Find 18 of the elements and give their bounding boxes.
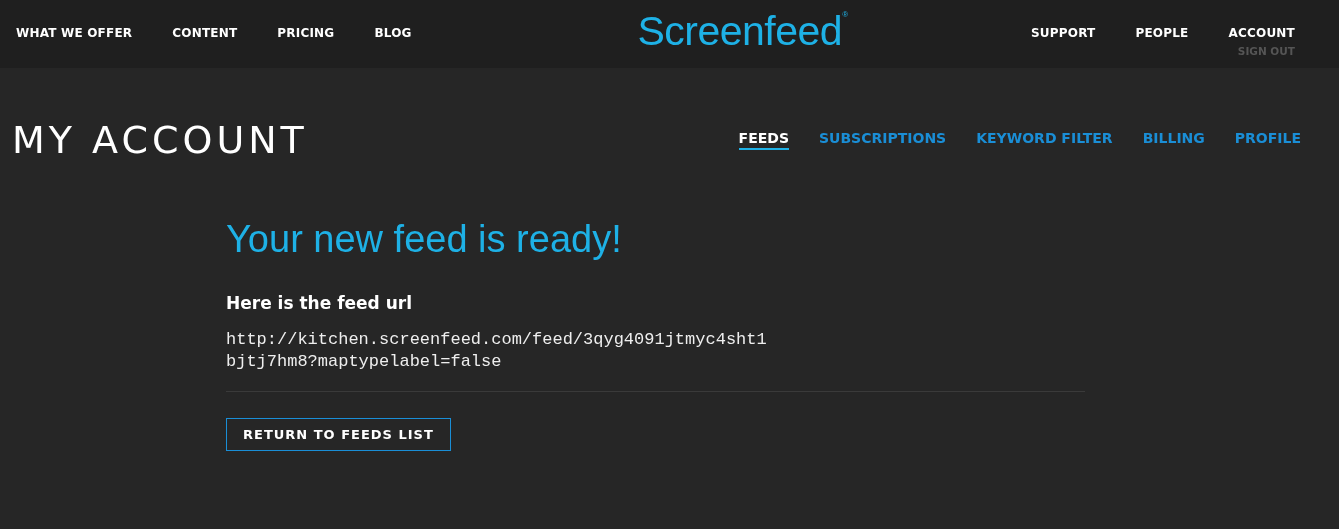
nav-link[interactable]: ACCOUNT	[1228, 26, 1295, 40]
tab[interactable]: SUBSCRIPTIONS	[819, 130, 947, 150]
feed-url: http://kitchen.screenfeed.com/feed/3qyg4091jtmyc4sht1bjtj7hm8?maptypelabel=false	[226, 329, 767, 374]
nav-link[interactable]: WHAT WE OFFER	[16, 26, 133, 40]
nav-link[interactable]: PEOPLE	[1135, 26, 1189, 57]
nav-link[interactable]: PRICING	[277, 26, 335, 40]
heading: Your new feed is ready!	[226, 218, 623, 261]
tab[interactable]: FEEDS	[738, 130, 789, 150]
logo[interactable]: Screenfeed$^{®}$	[637, 8, 848, 55]
tab[interactable]: KEYWORD FILTER	[976, 130, 1113, 150]
nav-link[interactable]: CONTENT	[172, 26, 238, 40]
page-title: MY ACCOUNT	[12, 118, 308, 162]
nav-link[interactable]: SUPPORT	[1031, 26, 1096, 57]
tab[interactable]: BILLING	[1142, 130, 1205, 150]
tab[interactable]: PROFILE	[1234, 130, 1301, 150]
nav-link[interactable]: BLOG	[374, 26, 412, 40]
return-button[interactable]: RETURN TO FEEDS LIST	[226, 418, 451, 452]
subheading: Here is the feed url	[226, 293, 413, 313]
